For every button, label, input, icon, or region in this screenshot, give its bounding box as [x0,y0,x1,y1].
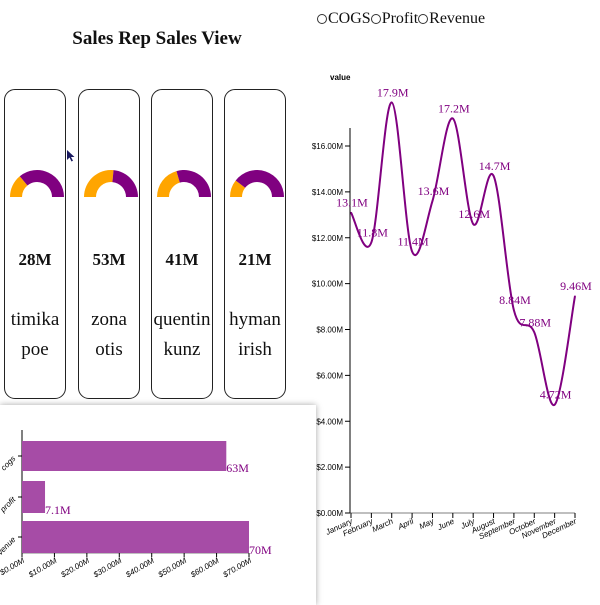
x-tick-label: April [396,517,415,532]
bar-chart-panel: cogs 63M profit 7.1M revenue 70M $0.00M $10.00M… [0,405,316,605]
y-tick-label: $4.00M [316,417,343,426]
gauge [10,170,65,197]
x-tick-label: $60.00M [188,556,221,580]
x-tick-label: $70.00M [221,556,254,580]
data-label: 13.6M [418,184,450,198]
gauge [230,170,284,197]
data-label: 17.9M [377,85,409,99]
data-point [391,101,393,104]
rep-sales-value: 41M [165,250,199,269]
x-tick-label: June [435,516,456,532]
gauge-remaining-arc [235,170,284,197]
bar [22,521,249,553]
x-tick-label: $20.00M [59,556,92,580]
data-point [513,309,515,311]
line-chart: value $0.00M $2.00M $4.00M $6.00M $8.00M $10.0… [312,73,592,541]
data-label: 7.1M [45,503,71,517]
data-label: 9.46M [560,279,592,293]
rep-sales-value: 28M [18,250,52,269]
data-point [411,250,413,253]
bar [22,441,227,471]
gauge [157,170,211,197]
data-point [554,404,556,406]
y-tick-label: $16.00M [312,142,343,151]
y-tick-label: $8.00M [316,326,343,335]
data-label: 11.8M [357,225,389,239]
data-label: 4.72M [540,388,572,402]
gauge [84,170,138,197]
y-tick-label: revenue [0,535,18,562]
page-title: Sales Rep Sales View [72,28,242,49]
bar-chart: cogs 63M profit 7.1M revenue 70M $0.00M $10.00M… [0,430,272,580]
gauge-remaining-arc [112,170,138,197]
x-tick-label: $30.00M [91,556,124,580]
x-tick-label: $10.00M [26,556,59,580]
data-label: 8.84M [499,293,531,307]
rep-name: quentin kunz [153,309,211,360]
series-line [350,101,576,406]
x-tick-label: May [418,516,436,531]
rep-name: timika poe [10,309,60,360]
data-label: 7.88M [519,315,551,329]
data-label: 13.1M [336,196,368,210]
x-tick-label: $0.00M [0,556,26,578]
y-tick-label: cogs [0,454,17,472]
gauge-remaining-arc [19,170,65,197]
data-point [472,223,474,225]
rep-sales-value: 53M [92,250,126,269]
data-point [431,200,434,202]
rep-name: zona otis [91,309,127,360]
rep-name: hyman irish [229,309,281,360]
data-label: 63M [226,461,249,475]
bar [22,481,46,513]
gauge-remaining-arc [176,170,211,197]
y-tick-label: $12.00M [312,234,343,243]
data-label: 11.4M [397,235,429,249]
y-tick-label: $6.00M [316,371,343,380]
x-tick-label: $50.00M [156,556,189,580]
data-point [350,211,352,214]
rep-card[interactable]: 53M zona otis [78,89,140,399]
gauge-filled-arc [84,170,114,197]
y-tick-label: $10.00M [312,280,343,289]
rep-card[interactable]: 21M hyman irish [224,89,286,399]
data-point [452,117,454,120]
gauge-filled-arc [157,171,180,197]
data-point [492,175,495,177]
data-label: 17.2M [438,101,470,115]
rep-card[interactable]: 28M timika poe [4,89,66,399]
data-label: 12.6M [458,207,490,221]
data-point [533,331,535,333]
x-tick-label: March [371,516,395,534]
y-axis-label: value [330,73,351,82]
data-label: 14.7M [479,159,511,173]
rep-card[interactable]: 41M quentin kunz [151,89,213,399]
y-tick-label: $2.00M [316,463,343,472]
rep-sales-value: 21M [238,250,272,269]
y-tick-label: profit [0,495,18,515]
data-label: 70M [249,543,272,557]
mouse-cursor-icon [67,150,75,162]
data-point [370,241,372,243]
data-point [574,295,576,297]
y-tick-label: $0.00M [316,509,343,518]
x-tick-label: $40.00M [123,556,156,580]
